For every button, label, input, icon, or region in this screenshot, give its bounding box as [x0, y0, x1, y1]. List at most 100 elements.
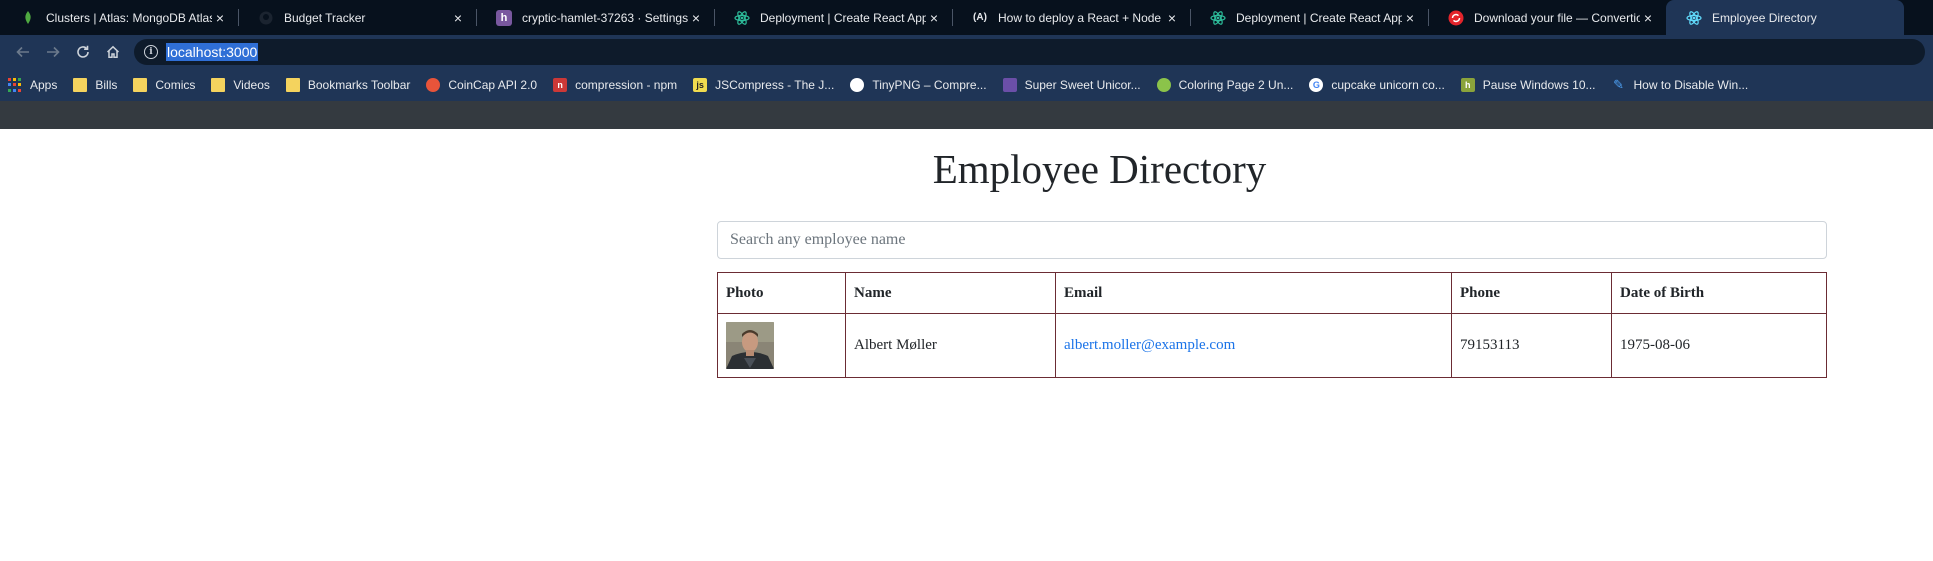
mongodb-leaf-icon	[20, 10, 36, 26]
tab-title: Deployment | Create React App	[760, 10, 926, 25]
bookmark-label: CoinCap API 2.0	[448, 78, 538, 92]
frog-icon	[1156, 78, 1171, 92]
column-header-dob[interactable]: Date of Birth	[1611, 272, 1827, 314]
close-icon[interactable]: ×	[688, 10, 704, 26]
bookmark-bookmarks-toolbar[interactable]: Bookmarks Toolbar	[285, 78, 411, 92]
bookmark-npm[interactable]: n compression - npm	[553, 78, 677, 92]
close-icon[interactable]: ×	[1164, 10, 1180, 26]
bookmark-label: Comics	[155, 78, 196, 92]
windows-blog-icon: ✎	[1613, 77, 1624, 92]
google-icon: G	[1309, 78, 1324, 92]
cell-phone: 79153113	[1451, 313, 1612, 378]
convertio-icon	[1448, 10, 1464, 26]
forward-button[interactable]	[38, 38, 68, 66]
home-button[interactable]	[98, 38, 128, 66]
close-icon[interactable]: ×	[926, 10, 942, 26]
react-icon	[1686, 10, 1702, 26]
bookmark-bills[interactable]: Bills	[73, 78, 117, 92]
bookmark-coincap[interactable]: CoinCap API 2.0	[426, 78, 537, 92]
info-icon[interactable]: i	[144, 45, 158, 59]
tab-title: Budget Tracker	[284, 10, 366, 25]
close-icon[interactable]: ×	[1402, 10, 1418, 26]
column-header-email[interactable]: Email	[1055, 272, 1452, 314]
email-link[interactable]: albert.moller@example.com	[1064, 337, 1235, 353]
folder-icon	[211, 78, 226, 92]
react-icon	[734, 10, 750, 26]
tab-title: cryptic-hamlet-37263 · Settings |	[522, 10, 688, 25]
coincap-icon	[426, 78, 441, 92]
back-button[interactable]	[8, 38, 38, 66]
close-icon[interactable]: ×	[1640, 10, 1656, 26]
employee-table: Photo Name Email Phone Date of Birth Alb…	[717, 272, 1827, 378]
column-header-name[interactable]: Name	[845, 272, 1056, 314]
folder-icon	[285, 78, 300, 92]
bookmark-pause-windows[interactable]: h Pause Windows 10...	[1460, 78, 1596, 92]
table-row: Albert Møller albert.moller@example.com …	[717, 313, 1827, 378]
bookmark-tinypng[interactable]: TinyPNG – Compre...	[850, 78, 987, 92]
address-url[interactable]: localhost:3000	[166, 43, 259, 61]
panda-icon	[850, 78, 865, 92]
angular-slash-icon: (A)	[973, 11, 987, 23]
bookmark-label: How to Disable Win...	[1633, 78, 1749, 92]
reload-icon	[77, 45, 89, 58]
bookmark-label: Super Sweet Unicor...	[1024, 78, 1141, 92]
bookmark-unicorn[interactable]: Super Sweet Unicor...	[1002, 78, 1141, 92]
bookmarks-bar: Apps Bills Comics Videos Bookmarks Toolb…	[0, 69, 1933, 101]
apps-grid-icon	[8, 78, 22, 92]
bookmark-label: JSCompress - The J...	[715, 78, 835, 92]
tab-title: Download your file — Convertio	[1474, 10, 1640, 25]
bookmark-label: Bookmarks Toolbar	[307, 78, 411, 92]
tab-title: Deployment | Create React App	[1236, 10, 1402, 25]
column-header-photo[interactable]: Photo	[717, 272, 846, 314]
page-content: Employee Directory Photo Name Email Phon…	[0, 129, 1933, 561]
bookmark-disable-windows[interactable]: ✎ How to Disable Win...	[1612, 77, 1749, 92]
tab-convertio[interactable]: Download your file — Convertio ×	[1428, 0, 1666, 35]
tab-heroku-settings[interactable]: h cryptic-hamlet-37263 · Settings | ×	[476, 0, 714, 35]
bookmark-jscompress[interactable]: js JSCompress - The J...	[693, 78, 834, 92]
bookmark-label: Coloring Page 2 Un...	[1178, 78, 1294, 92]
arrow-right-icon	[47, 46, 60, 58]
tab-cra-deployment-2[interactable]: Deployment | Create React App ×	[1190, 0, 1428, 35]
tab-budget-tracker[interactable]: Budget Tracker ×	[238, 0, 476, 35]
app-navbar	[0, 101, 1933, 129]
heroku-icon: h	[496, 9, 512, 26]
bookmark-apps[interactable]: Apps	[8, 78, 57, 92]
tab-strip: Clusters | Atlas: MongoDB Atlas × Budget…	[0, 0, 1933, 35]
unicorn-icon	[1002, 78, 1017, 92]
tab-deploy-react-node[interactable]: (A) How to deploy a React + Node a ×	[952, 0, 1190, 35]
table-header-row: Photo Name Email Phone Date of Birth	[717, 272, 1827, 314]
tab-title: Employee Directory	[1712, 10, 1817, 25]
page-title: Employee Directory	[932, 146, 1267, 192]
bookmark-cupcake-unicorn[interactable]: G cupcake unicorn co...	[1309, 78, 1445, 92]
column-header-phone[interactable]: Phone	[1451, 272, 1612, 314]
bookmark-label: Videos	[233, 78, 270, 92]
cell-email: albert.moller@example.com	[1055, 313, 1452, 378]
js-icon: js	[693, 78, 708, 92]
avatar	[726, 322, 774, 369]
bookmark-label: Apps	[30, 78, 58, 92]
reload-button[interactable]	[68, 38, 98, 66]
tab-title: Clusters | Atlas: MongoDB Atlas	[46, 10, 212, 25]
bookmark-label: TinyPNG – Compre...	[872, 78, 987, 92]
folder-icon	[73, 78, 88, 92]
howtogeek-icon: h	[1460, 78, 1475, 92]
tab-cra-deployment[interactable]: Deployment | Create React App ×	[714, 0, 952, 35]
close-icon[interactable]: ×	[212, 10, 228, 26]
bookmark-coloring-page[interactable]: Coloring Page 2 Un...	[1156, 78, 1294, 92]
bookmark-videos[interactable]: Videos	[211, 78, 270, 92]
bookmark-label: compression - npm	[575, 78, 678, 92]
cell-name: Albert Møller	[845, 313, 1056, 378]
bookmark-comics[interactable]: Comics	[133, 78, 195, 92]
github-icon	[258, 10, 274, 26]
bookmark-label: Pause Windows 10...	[1482, 78, 1596, 92]
search-input[interactable]	[717, 221, 1827, 259]
folder-icon	[133, 78, 148, 92]
tab-employee-directory[interactable]: Employee Directory	[1666, 0, 1904, 35]
npm-icon: n	[553, 78, 568, 92]
arrow-left-icon	[16, 46, 29, 58]
home-icon	[106, 45, 120, 58]
bookmark-label: cupcake unicorn co...	[1331, 78, 1445, 92]
tab-mongodb-atlas[interactable]: Clusters | Atlas: MongoDB Atlas ×	[0, 0, 238, 35]
close-icon[interactable]: ×	[450, 10, 466, 26]
address-bar[interactable]: i localhost:3000	[134, 39, 1925, 65]
